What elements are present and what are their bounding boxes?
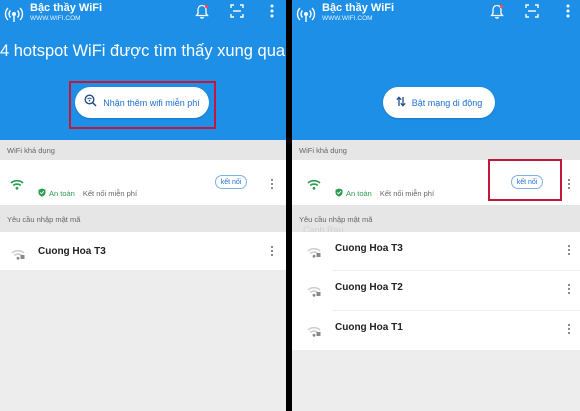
free-connect-label: Kết nối miễn phí xyxy=(379,188,435,198)
wifi-signal-strong-icon xyxy=(10,177,24,195)
scan-frame-icon[interactable] xyxy=(524,3,540,19)
password-network-row[interactable]: Cuong Hoa T1 xyxy=(292,311,580,350)
wifi-signal-weak-icon xyxy=(307,245,321,263)
network-options-icon[interactable] xyxy=(566,177,572,191)
wifi-signal-weak-icon xyxy=(307,284,321,302)
header-banner: Bậc thầy WiFi WWW.WIFI.COM xyxy=(292,0,580,140)
password-network-list: Cuong Hoa T3 Cuong Hoa T2 Cuong Hoa T1 xyxy=(292,232,580,350)
available-wifi-section-header: WiFi khả dụng xyxy=(0,140,286,160)
highlight-frame xyxy=(69,81,216,129)
more-vertical-icon[interactable] xyxy=(264,3,280,19)
safe-label: An toàn xyxy=(49,188,75,198)
highlight-frame xyxy=(488,159,562,201)
network-name: Cuong Hoa T2 xyxy=(335,282,403,293)
available-wifi-section-header: WiFi khả dụng xyxy=(292,140,580,160)
wifi-master-logo-icon xyxy=(296,3,316,23)
hotspot-count-headline: 4 hotspot WiFi được tìm thấy xung quanh xyxy=(0,42,286,60)
app-bar: Bậc thầy WiFi WWW.WIFI.COM xyxy=(0,0,286,26)
bell-icon[interactable] xyxy=(489,3,505,19)
enable-mobile-data-button[interactable]: Bật mạng di động xyxy=(383,87,495,118)
network-name: Cuong Hoa T3 xyxy=(38,246,106,257)
mobile-data-arrows-icon xyxy=(396,94,406,112)
app-url: WWW.WIFI.COM xyxy=(30,15,81,22)
network-options-icon[interactable] xyxy=(566,322,572,336)
network-name: Cuong Hoa T3 xyxy=(335,243,403,254)
network-name: Cuong Hoa T1 xyxy=(335,322,403,333)
network-options-icon[interactable] xyxy=(269,177,275,191)
app-title: Bậc thầy WiFi xyxy=(30,2,103,14)
right-screen: Bậc thầy WiFi WWW.WIFI.COM Bật mạng di đ… xyxy=(292,0,580,411)
password-network-row[interactable]: Cuong Hoa T3 xyxy=(292,232,580,270)
password-required-section-header: Yêu cầu nhập mật mã xyxy=(0,205,286,232)
shield-check-icon xyxy=(38,184,46,202)
password-network-row[interactable]: Cuong Hoa T3 xyxy=(0,232,286,270)
network-options-icon[interactable] xyxy=(566,243,572,257)
header-banner: Bậc thầy WiFi WWW.WIFI.COM xyxy=(0,0,286,140)
network-options-icon[interactable] xyxy=(566,282,572,296)
scan-frame-icon[interactable] xyxy=(229,3,245,19)
wifi-signal-strong-icon xyxy=(307,177,321,195)
enable-mobile-data-label: Bật mạng di động xyxy=(411,97,483,108)
network-status: An toàn Kết nối miễn phí xyxy=(38,184,137,202)
more-vertical-icon[interactable] xyxy=(560,3,576,19)
app-bar: Bậc thầy WiFi WWW.WIFI.COM xyxy=(292,0,580,26)
wifi-master-logo-icon xyxy=(4,3,24,23)
left-screen: Bậc thầy WiFi WWW.WIFI.COM 4 hotspot WiF… xyxy=(0,0,286,411)
app-title: Bậc thầy WiFi xyxy=(322,2,395,14)
password-network-row[interactable]: Cuong Hoa T2 xyxy=(292,271,580,310)
free-connect-label: Kết nối miễn phí xyxy=(82,188,138,198)
wifi-signal-weak-icon xyxy=(11,247,25,265)
shield-check-icon xyxy=(335,184,343,202)
safe-label: An toàn xyxy=(346,188,372,198)
app-url: WWW.WIFI.COM xyxy=(322,15,373,22)
network-status: An toàn Kết nối miễn phí xyxy=(335,184,434,202)
available-network-row[interactable]: An toàn Kết nối miễn phí kết nối xyxy=(0,160,286,205)
network-options-icon[interactable] xyxy=(269,244,275,258)
bell-icon[interactable] xyxy=(194,3,210,19)
connect-button[interactable]: kết nối xyxy=(215,175,247,189)
wifi-signal-weak-icon xyxy=(307,324,321,342)
